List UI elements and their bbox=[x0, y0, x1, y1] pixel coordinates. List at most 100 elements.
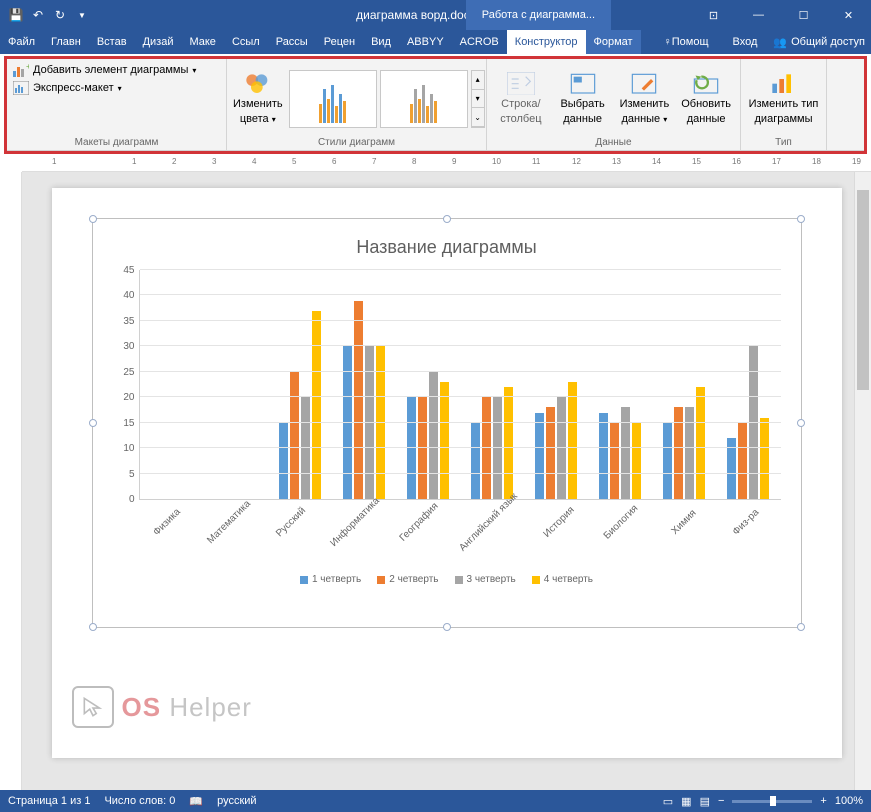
vertical-ruler[interactable] bbox=[0, 172, 22, 790]
tab-5[interactable]: Ссыл bbox=[224, 30, 268, 54]
tab-1[interactable]: Главн bbox=[43, 30, 89, 54]
tab-3[interactable]: Дизай bbox=[135, 30, 182, 54]
zoom-slider[interactable] bbox=[732, 800, 812, 803]
bar[interactable] bbox=[312, 311, 321, 499]
bar-group bbox=[652, 270, 716, 499]
ribbon-group-chart-styles: Изменить цвета ▾ ▴▾⌄ Стили диаграмм bbox=[227, 59, 487, 150]
bar[interactable] bbox=[376, 346, 385, 499]
select-data-icon bbox=[569, 72, 597, 96]
word-count[interactable]: Число слов: 0 bbox=[104, 795, 175, 808]
legend-item[interactable]: 3 четверть bbox=[455, 574, 516, 585]
maximize-icon[interactable]: ☐ bbox=[781, 0, 826, 30]
view-read-icon[interactable]: ▭ bbox=[663, 795, 673, 808]
bar[interactable] bbox=[738, 423, 747, 499]
bar[interactable] bbox=[365, 346, 374, 499]
edit-data-button[interactable]: Изменитьданные ▾ bbox=[617, 72, 673, 126]
legend-item[interactable]: 4 четверть bbox=[532, 574, 593, 585]
zoom-out-icon[interactable]: − bbox=[718, 795, 724, 807]
tab-9[interactable]: ABBYY bbox=[399, 30, 452, 54]
chart-legend[interactable]: 1 четверть 2 четверть 3 четверть 4 четверть bbox=[113, 574, 781, 585]
close-icon[interactable]: ✕ bbox=[826, 0, 871, 30]
tab-8[interactable]: Вид bbox=[363, 30, 399, 54]
bar[interactable] bbox=[663, 423, 672, 499]
share-button[interactable]: 👥 Общий доступ bbox=[773, 36, 865, 49]
scrollbar-thumb[interactable] bbox=[857, 190, 869, 390]
change-colors-button[interactable]: Изменить цвета ▾ bbox=[233, 72, 283, 126]
selection-handle[interactable] bbox=[89, 623, 97, 631]
chart-styles-gallery[interactable]: ▴▾⌄ bbox=[289, 70, 485, 128]
view-web-icon[interactable]: ▤ bbox=[700, 795, 710, 808]
group-label-type: Тип bbox=[747, 135, 820, 148]
bar[interactable] bbox=[429, 372, 438, 499]
legend-swatch bbox=[300, 576, 308, 584]
ribbon: + Добавить элемент диаграммы ▾ Экспресс-… bbox=[7, 59, 864, 151]
change-chart-type-button[interactable]: Изменить типдиаграммы bbox=[747, 72, 820, 126]
bar[interactable] bbox=[504, 387, 513, 499]
bar[interactable] bbox=[760, 418, 769, 499]
bar[interactable] bbox=[610, 423, 619, 499]
save-icon[interactable]: 💾 bbox=[8, 7, 24, 23]
bar[interactable] bbox=[343, 346, 352, 499]
language-indicator[interactable]: русский bbox=[217, 795, 256, 808]
bar[interactable] bbox=[440, 382, 449, 499]
tab-4[interactable]: Маке bbox=[181, 30, 223, 54]
chart-title[interactable]: Название диаграммы bbox=[113, 237, 781, 258]
add-chart-element-button[interactable]: + Добавить элемент диаграммы ▾ bbox=[13, 63, 196, 77]
bar[interactable] bbox=[279, 423, 288, 499]
spellcheck-icon[interactable]: 📖 bbox=[189, 795, 203, 808]
view-print-icon[interactable]: ▦ bbox=[681, 795, 691, 808]
minimize-icon[interactable]: — bbox=[736, 0, 781, 30]
tab-6[interactable]: Рассы bbox=[268, 30, 316, 54]
help-tell-me[interactable]: ♀ Помощ bbox=[655, 30, 716, 54]
bar[interactable] bbox=[354, 301, 363, 499]
tab-2[interactable]: Встав bbox=[89, 30, 135, 54]
tab-0[interactable]: Файл bbox=[0, 30, 43, 54]
ribbon-options-icon[interactable]: ⊡ bbox=[691, 0, 736, 30]
vertical-scrollbar[interactable] bbox=[854, 172, 871, 790]
legend-swatch bbox=[455, 576, 463, 584]
bar[interactable] bbox=[290, 372, 299, 499]
selection-handle[interactable] bbox=[797, 419, 805, 427]
add-element-icon: + bbox=[13, 63, 29, 77]
legend-item[interactable]: 2 четверть bbox=[377, 574, 438, 585]
selection-handle[interactable] bbox=[443, 215, 451, 223]
style-thumb-1[interactable] bbox=[289, 70, 377, 128]
page-indicator[interactable]: Страница 1 из 1 bbox=[8, 795, 90, 808]
horizontal-ruler[interactable]: 112345678910111213141516171819 bbox=[22, 154, 871, 172]
selection-handle[interactable] bbox=[443, 623, 451, 631]
zoom-level[interactable]: 100% bbox=[835, 795, 863, 807]
redo-icon[interactable]: ↻ bbox=[52, 7, 68, 23]
bar[interactable] bbox=[568, 382, 577, 499]
quick-layout-button[interactable]: Экспресс-макет ▾ bbox=[13, 81, 122, 95]
refresh-data-button[interactable]: Обновитьданные bbox=[678, 72, 734, 126]
bar[interactable] bbox=[749, 346, 758, 499]
style-thumb-2[interactable] bbox=[380, 70, 468, 128]
chart-plot-area[interactable]: 051015202530354045 bbox=[113, 270, 781, 500]
undo-icon[interactable]: ↶ bbox=[30, 7, 46, 23]
tab-12[interactable]: Формат bbox=[586, 30, 641, 54]
selection-handle[interactable] bbox=[797, 215, 805, 223]
bar[interactable] bbox=[696, 387, 705, 499]
tab-7[interactable]: Рецен bbox=[316, 30, 363, 54]
legend-item[interactable]: 1 четверть bbox=[300, 574, 361, 585]
sign-in[interactable]: Вход bbox=[725, 30, 766, 54]
bar[interactable] bbox=[471, 423, 480, 499]
selection-handle[interactable] bbox=[89, 419, 97, 427]
zoom-in-icon[interactable]: + bbox=[820, 795, 826, 807]
tab-10[interactable]: ACROB bbox=[452, 30, 507, 54]
gallery-spinner[interactable]: ▴▾⌄ bbox=[471, 70, 485, 128]
bar[interactable] bbox=[632, 423, 641, 499]
switch-row-column-button[interactable]: Строка/столбец bbox=[493, 72, 549, 126]
ribbon-group-type: Изменить типдиаграммы Тип bbox=[741, 59, 827, 150]
chart-object[interactable]: Название диаграммы 051015202530354045 Фи… bbox=[92, 218, 802, 628]
select-data-button[interactable]: Выбратьданные bbox=[555, 72, 611, 126]
selection-handle[interactable] bbox=[89, 215, 97, 223]
qat-customize-icon[interactable]: ▼ bbox=[74, 7, 90, 23]
selection-handle[interactable] bbox=[797, 623, 805, 631]
watermark-logo: OS Helper bbox=[72, 686, 252, 728]
tab-11[interactable]: Конструктор bbox=[507, 30, 586, 54]
document-page[interactable]: Название диаграммы 051015202530354045 Фи… bbox=[52, 188, 842, 758]
bar[interactable] bbox=[599, 413, 608, 500]
quick-layout-icon bbox=[13, 81, 29, 95]
bar[interactable] bbox=[535, 413, 544, 500]
